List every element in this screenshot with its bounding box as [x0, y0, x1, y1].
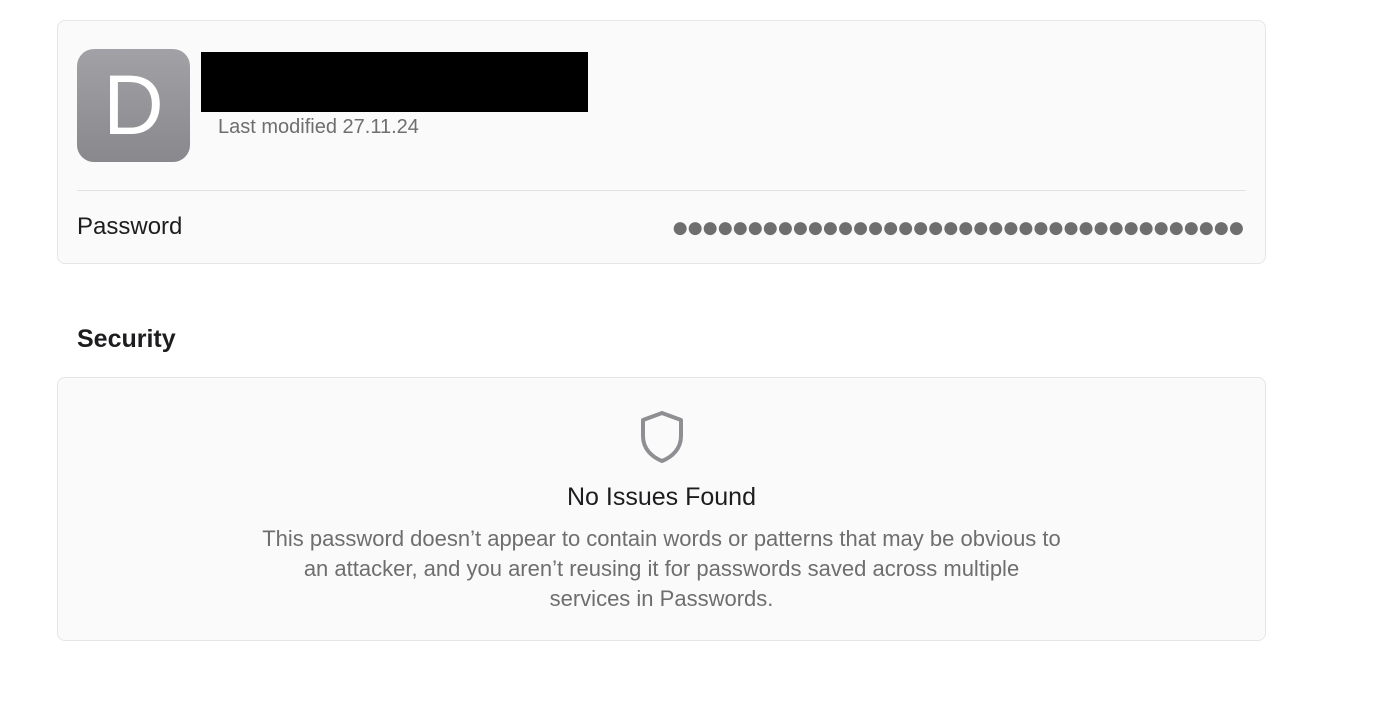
security-card: No Issues Found This password doesn’t ap…: [57, 377, 1266, 641]
divider: [77, 190, 1246, 191]
redacted-account-title: [201, 52, 588, 112]
shield-icon: [640, 411, 683, 463]
security-heading: Security: [77, 325, 176, 353]
last-modified-label: Last modified 27.11.24: [218, 116, 419, 138]
password-value[interactable]: ●●●●●●●●●●●●●●●●●●●●●●●●●●●●●●●●●●●●●●: [673, 218, 1244, 238]
no-issues-description: This password doesn’t appear to contain …: [262, 526, 1061, 611]
password-detail-page: D Last modified 27.11.24 Password ●●●●●●…: [0, 0, 1386, 702]
password-label: Password: [77, 213, 183, 240]
no-issues-title: No Issues Found: [567, 483, 756, 511]
avatar: D: [77, 49, 190, 162]
account-card: D Last modified 27.11.24 Password ●●●●●●…: [57, 20, 1266, 264]
